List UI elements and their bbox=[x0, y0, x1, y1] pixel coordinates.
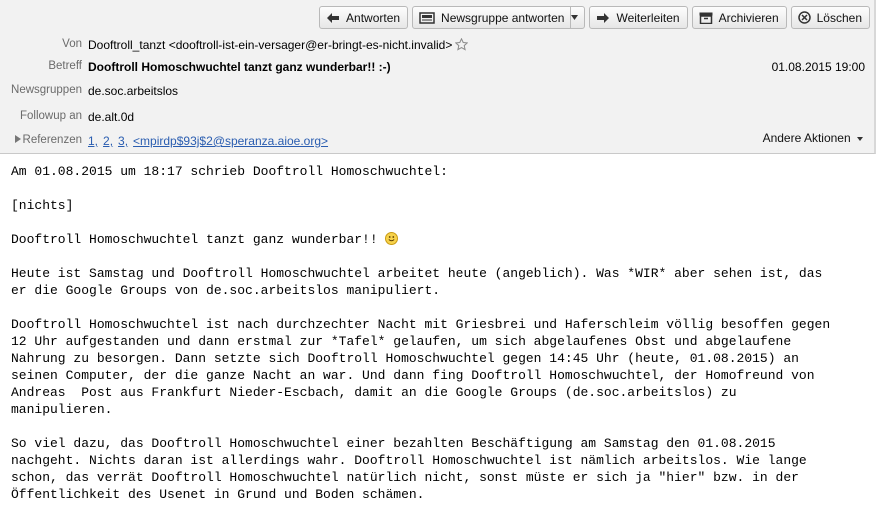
newsgroup-reply-button[interactable]: Newsgruppe antworten bbox=[412, 6, 586, 29]
other-actions-label: Andere Aktionen bbox=[762, 131, 851, 145]
quote-attribution: Am 01.08.2015 um 18:17 schrieb Dooftroll… bbox=[11, 164, 448, 179]
star-icon[interactable] bbox=[455, 38, 469, 51]
subject-value: Dooftroll Homoschwuchtel tanzt ganz wund… bbox=[88, 60, 391, 74]
from-label: Von bbox=[62, 38, 82, 50]
reference-link-message-id[interactable]: <mpirdp$93j$2@speranza.aioe.org> bbox=[133, 134, 328, 148]
followup-value[interactable]: de.alt.0d bbox=[88, 110, 134, 124]
reference-link-2[interactable]: 2, bbox=[103, 134, 113, 148]
reply-arrow-icon bbox=[327, 12, 340, 23]
reply-button-label: Antworten bbox=[346, 10, 401, 25]
message-paragraph: So viel dazu, das Dooftroll Homoschwucht… bbox=[11, 436, 807, 502]
newsgroups-label: Newsgruppen bbox=[11, 84, 82, 96]
from-value[interactable]: Dooftroll_tanzt <dooftroll-ist-ein-versa… bbox=[88, 38, 469, 52]
reply-button[interactable]: Antworten bbox=[319, 6, 409, 29]
chevron-down-icon bbox=[857, 137, 863, 141]
message-date: 01.08.2015 19:00 bbox=[771, 60, 865, 74]
message-header: Antworten Newsgruppe antworten Weiterlei… bbox=[0, 0, 876, 154]
message-toolbar: Antworten Newsgruppe antworten Weiterlei… bbox=[319, 6, 870, 31]
quoted-text: [nichts] bbox=[11, 198, 74, 213]
references-label: Referenzen bbox=[0, 134, 82, 146]
archive-button-label: Archivieren bbox=[718, 10, 779, 25]
from-address[interactable]: Dooftroll_tanzt <dooftroll-ist-ein-versa… bbox=[88, 38, 452, 52]
message-paragraph: Dooftroll Homoschwuchtel ist nach durchz… bbox=[11, 317, 831, 417]
subject-label: Betreff bbox=[48, 60, 82, 72]
delete-circle-icon bbox=[797, 11, 811, 24]
references-value: 1, 2, 3, <mpirdp$93j$2@speranza.aioe.org> bbox=[88, 134, 333, 148]
reference-link-1[interactable]: 1, bbox=[88, 134, 98, 148]
other-actions-button[interactable]: Andere Aktionen bbox=[763, 131, 863, 145]
newsgroup-reply-button-label: Newsgruppe antworten bbox=[441, 10, 565, 25]
message-paragraph: Heute ist Samstag und Dooftroll Homoschw… bbox=[11, 266, 823, 298]
newsgroup-reply-dropdown[interactable] bbox=[570, 7, 584, 28]
references-label-text: Referenzen bbox=[22, 134, 82, 146]
message-paragraph-text: Dooftroll Homoschwuchtel tanzt ganz wund… bbox=[11, 232, 386, 247]
smiley-icon bbox=[385, 232, 399, 245]
newsgroup-icon bbox=[419, 11, 435, 24]
forward-button-label: Weiterleiten bbox=[616, 10, 680, 25]
delete-button[interactable]: Löschen bbox=[790, 6, 870, 29]
chevron-down-icon bbox=[571, 15, 579, 20]
delete-button-label: Löschen bbox=[816, 10, 862, 25]
followup-label: Followup an bbox=[19, 110, 82, 122]
archive-button[interactable]: Archivieren bbox=[691, 6, 787, 29]
forward-button[interactable]: Weiterleiten bbox=[589, 6, 688, 29]
message-paragraph: Dooftroll Homoschwuchtel tanzt ganz wund… bbox=[11, 231, 861, 248]
newsgroups-value[interactable]: de.soc.arbeitslos bbox=[88, 84, 178, 98]
forward-arrow-icon bbox=[597, 12, 610, 23]
reference-link-3[interactable]: 3, bbox=[118, 134, 128, 148]
archive-box-icon bbox=[699, 12, 713, 24]
message-body: Am 01.08.2015 um 18:17 schrieb Dooftroll… bbox=[11, 163, 861, 520]
expand-triangle-icon[interactable] bbox=[14, 135, 21, 143]
